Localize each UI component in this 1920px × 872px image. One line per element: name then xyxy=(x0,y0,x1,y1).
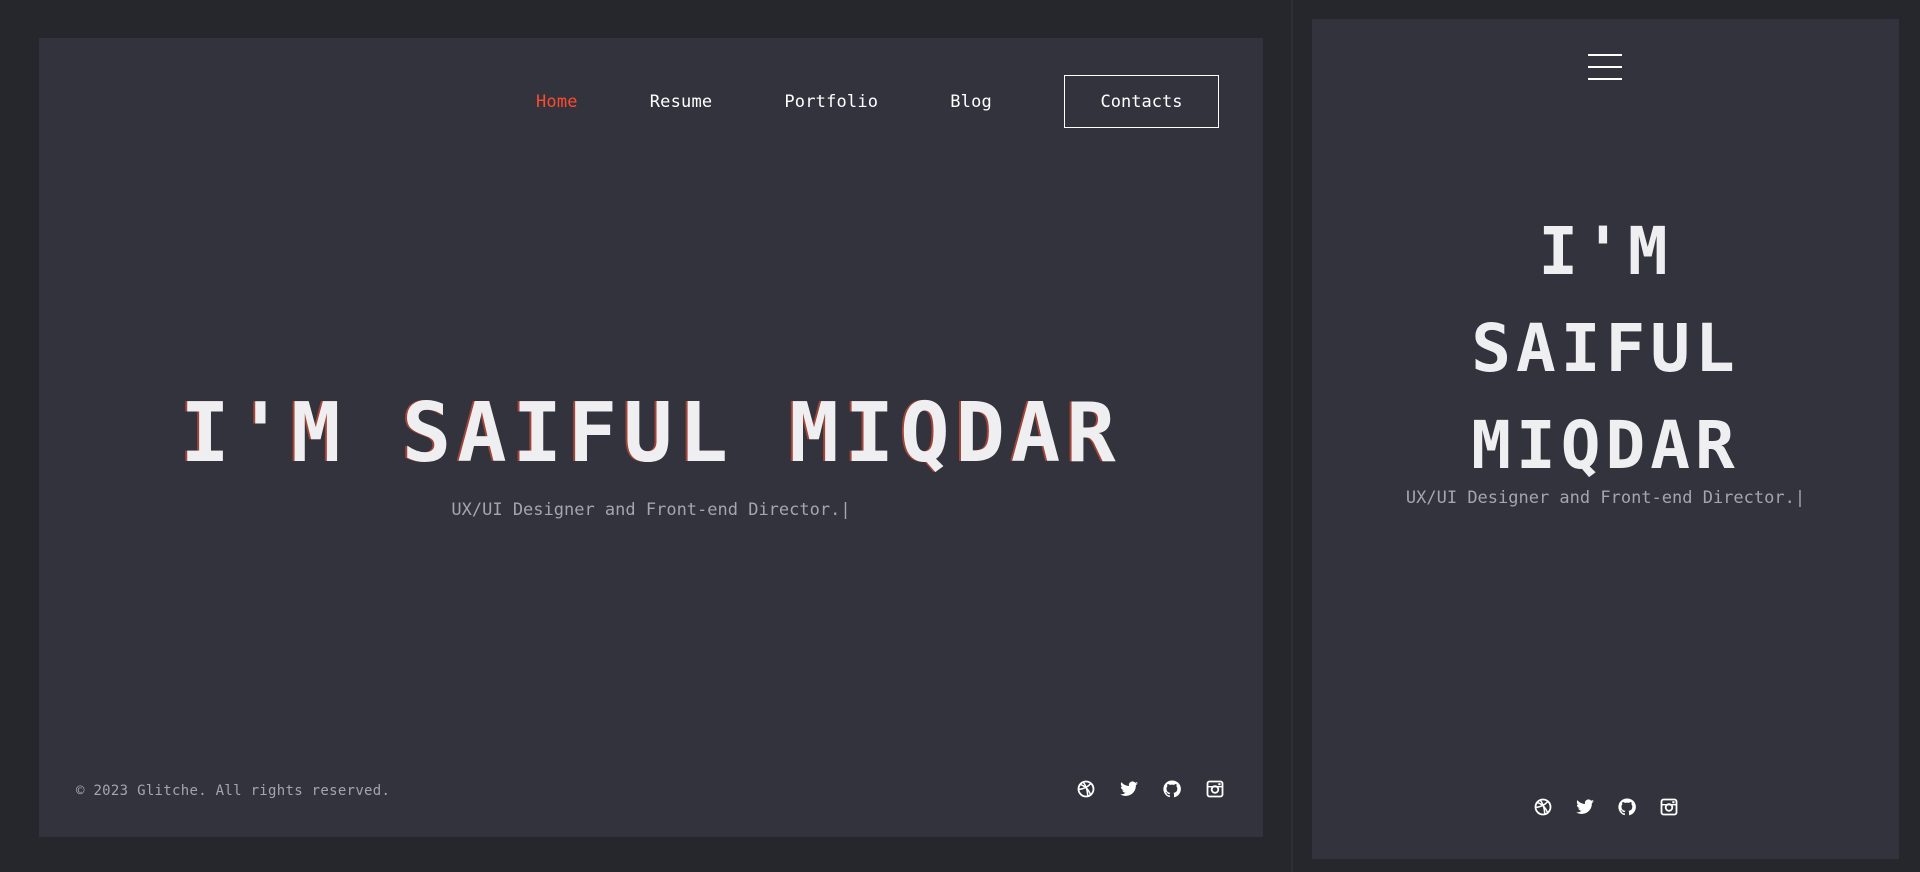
instagram-icon[interactable] xyxy=(1205,779,1225,799)
twitter-icon[interactable] xyxy=(1119,779,1139,799)
mobile-title-line: I'M xyxy=(1538,213,1673,290)
nav-home[interactable]: Home xyxy=(536,92,578,112)
nav-blog[interactable]: Blog xyxy=(950,92,992,112)
desktop-frame: Home Resume Portfolio Blog Contacts I'M … xyxy=(39,38,1263,837)
github-icon[interactable] xyxy=(1162,779,1182,799)
copyright-text: © 2023 Glitche. All rights reserved. xyxy=(76,783,391,799)
mobile-hero-title: I'M SAIFUL MIQDAR xyxy=(1312,203,1899,494)
preview-divider xyxy=(1291,0,1293,872)
mobile-title-line: MIQDAR xyxy=(1471,407,1740,484)
social-links xyxy=(1053,779,1225,799)
hero-title: I'M SAIFUL MIQDAR xyxy=(180,386,1122,481)
browser-stage: Home Resume Portfolio Blog Contacts I'M … xyxy=(0,0,1920,872)
dribbble-icon[interactable] xyxy=(1533,797,1553,817)
github-icon[interactable] xyxy=(1617,797,1637,817)
mobile-hero-subtitle: UX/UI Designer and Front-end Director.| xyxy=(1405,488,1806,508)
hero-subtitle: UX/UI Designer and Front-end Director.| xyxy=(451,500,851,520)
instagram-icon[interactable] xyxy=(1659,797,1679,817)
nav-resume[interactable]: Resume xyxy=(650,92,713,112)
mobile-title-line: SAIFUL xyxy=(1471,310,1740,387)
mobile-frame: I'M SAIFUL MIQDAR UX/UI Designer and Fro… xyxy=(1312,19,1899,859)
nav-portfolio[interactable]: Portfolio xyxy=(784,92,878,112)
contacts-button[interactable]: Contacts xyxy=(1064,75,1219,128)
main-nav: Home Resume Portfolio Blog Contacts xyxy=(536,75,1219,128)
mobile-social-links xyxy=(1312,797,1899,817)
dribbble-icon[interactable] xyxy=(1076,779,1096,799)
hamburger-menu-icon[interactable] xyxy=(1588,54,1622,82)
twitter-icon[interactable] xyxy=(1575,797,1595,817)
